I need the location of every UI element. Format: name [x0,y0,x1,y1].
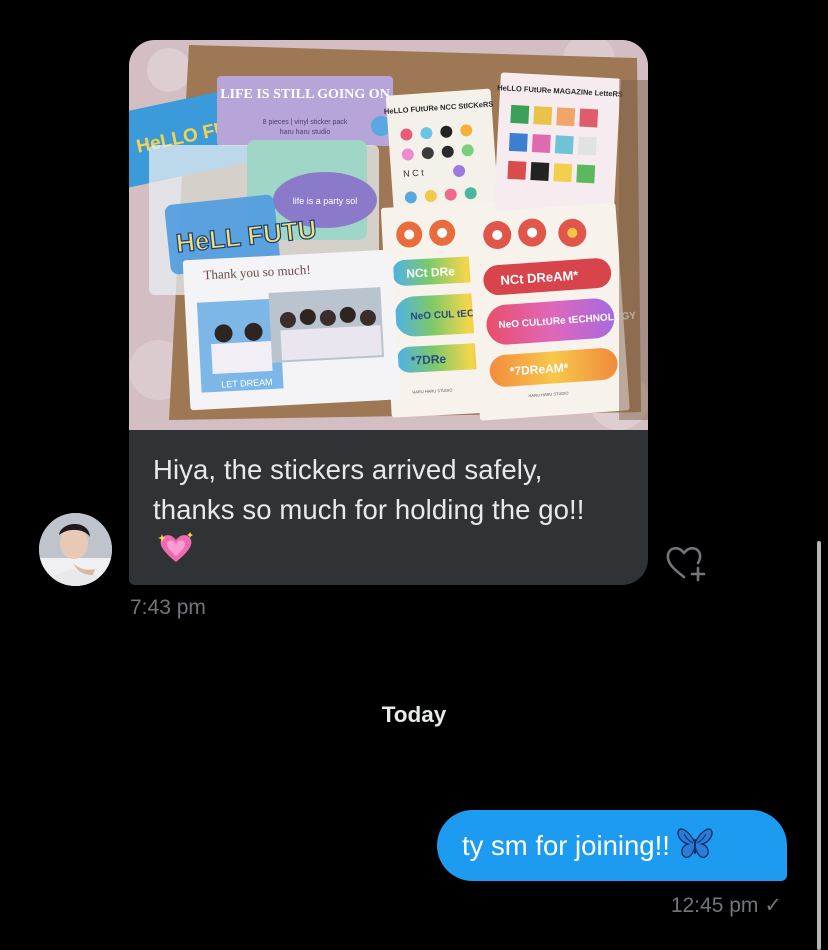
life-party-label: life is a party sol [293,196,358,206]
sparkling-heart-icon [157,531,195,576]
sender-avatar[interactable] [39,513,112,586]
incoming-message-bubble[interactable]: HeLLO FU LIFE IS STILL GOING ON 8 pieces… [129,40,648,585]
life-sub-label: 8 pieces | vinyl sticker pack [263,119,348,126]
life-studio-label: haru haru studio [280,129,331,136]
message-photo[interactable]: HeLLO FU LIFE IS STILL GOING ON 8 pieces… [129,40,648,430]
sticker-photo-illustration: HeLLO FU LIFE IS STILL GOING ON 8 pieces… [129,40,648,430]
outgoing-message-bubble[interactable]: ty sm for joining!! [437,810,787,881]
day-separator: Today [381,702,447,727]
scrollbar[interactable] [817,541,821,950]
nct-dream-a-label: NCt DRe [406,264,456,281]
incoming-timestamp: 7:43 pm [130,596,206,619]
blue-butterfly-icon [676,815,714,886]
sent-check-icon: ✓ [764,894,782,917]
outgoing-timestamp: 12:45 pm [670,894,759,917]
outgoing-message-text: ty sm for joining!! [462,830,670,861]
nct-letters-label: N C t [403,167,425,178]
add-reaction-heart-icon[interactable] [664,541,708,585]
incoming-message-text: Hiya, the stickers arrived safely, thank… [153,450,623,576]
seven-dream-a-label: *7DRe [410,352,446,368]
outgoing-meta: 12:45 pm ✓ [671,893,782,918]
incoming-message-body: Hiya, the stickers arrived safely, thank… [153,454,585,525]
life-title-label: LIFE IS STILL GOING ON [220,87,390,102]
dm-conversation: HeLLO FU LIFE IS STILL GOING ON 8 pieces… [0,0,828,950]
